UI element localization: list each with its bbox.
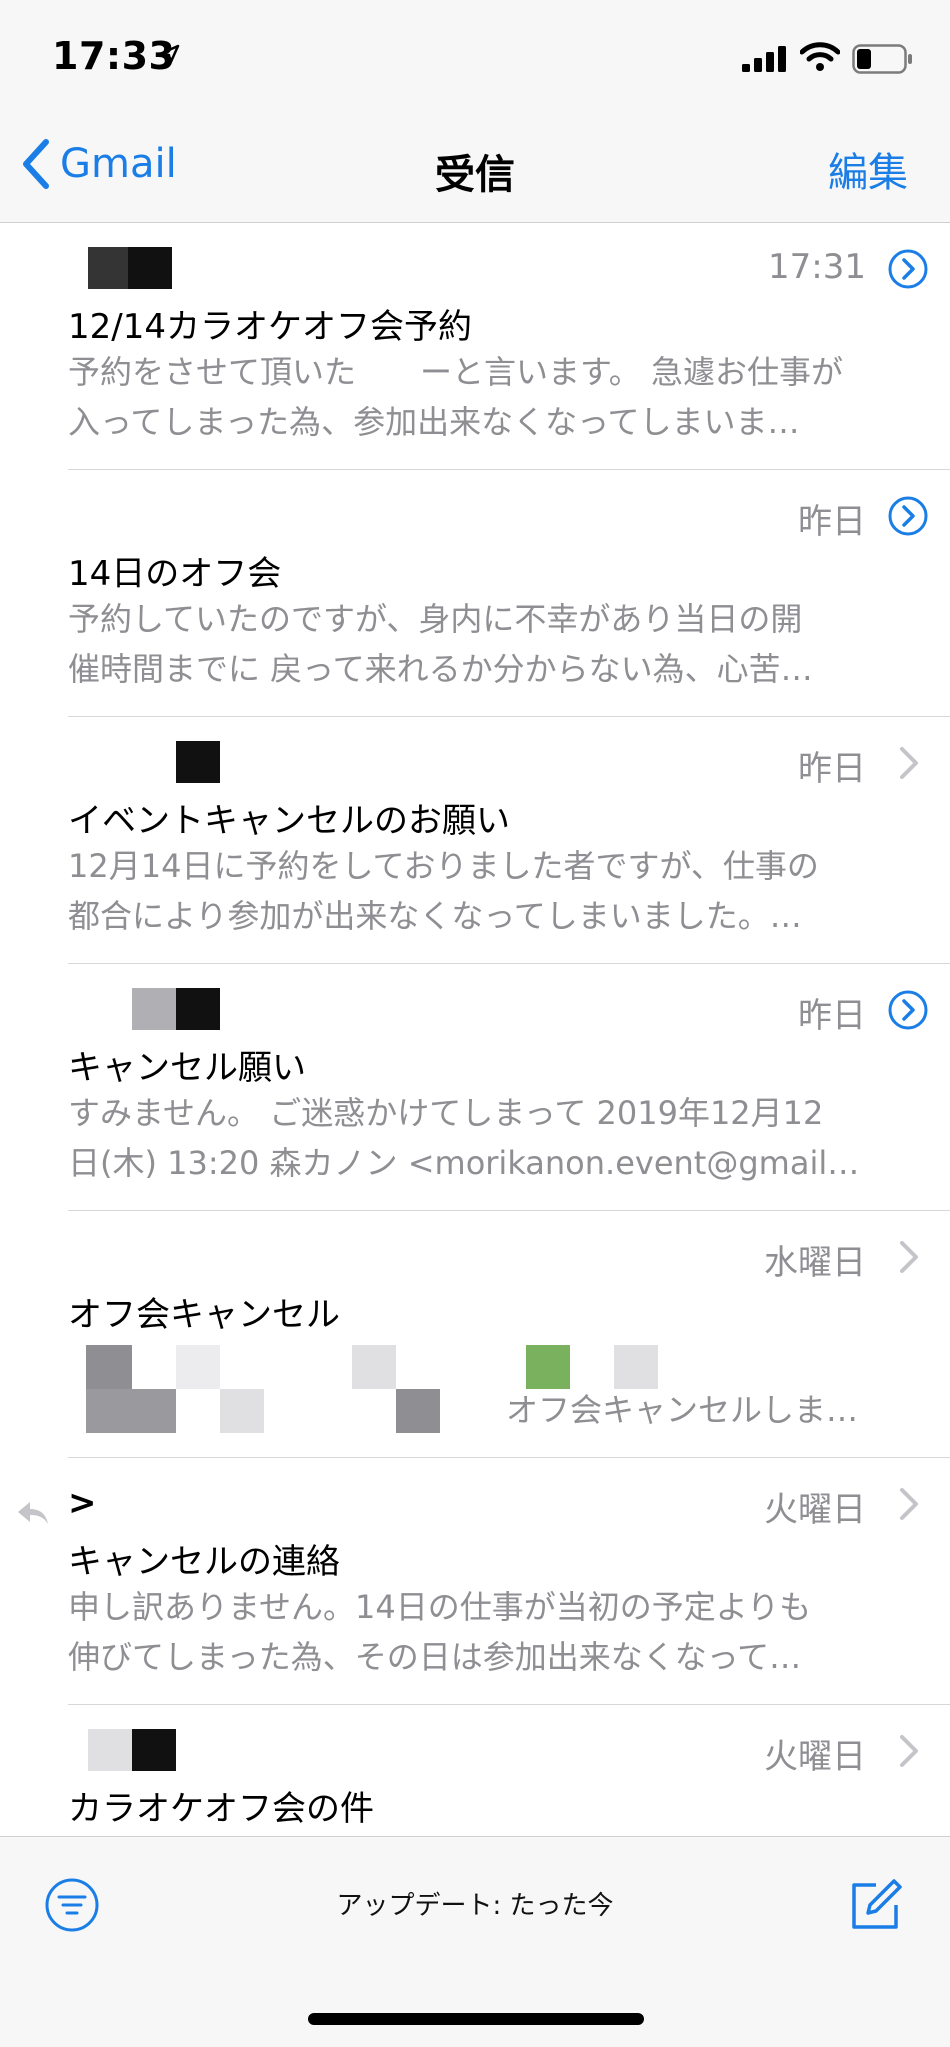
status-bar: 17:33 (0, 0, 950, 110)
message-preview: すみません。 ご迷惑かけてしまって 2019年12月12 日(木) 13:20 … (68, 1094, 860, 1182)
message-preview: オフ会キャンセルしま… (506, 1391, 859, 1429)
location-arrow-icon (158, 44, 180, 66)
message-subject: カラオケオフ会の件 (68, 1789, 374, 1829)
chevron-right-icon[interactable] (886, 741, 930, 785)
mail-row[interactable]: 昨日 イベントキャンセルのお願い 12月14日に予約をしておりました者ですが、仕… (0, 717, 950, 964)
page-title: 受信 (435, 152, 515, 198)
message-subject: イベントキャンセルのお願い (68, 801, 510, 841)
mail-row[interactable]: 火曜日 カラオケオフ会の件 (0, 1705, 950, 1835)
mail-list: 17:31 12/14カラオケオフ会予約 予約をさせて頂いた ーと言います。 急… (0, 223, 950, 1835)
message-time: 火曜日 (764, 1737, 866, 1777)
message-time: 昨日 (798, 749, 866, 789)
message-time: 水曜日 (764, 1243, 866, 1283)
bottom-toolbar: アップデート: たった今 (0, 1836, 950, 2047)
mail-row[interactable]: 昨日 14日のオフ会 予約していたのですが、身内に不幸があり当日の開 催時間まで… (0, 470, 950, 717)
home-indicator (308, 2013, 644, 2025)
compose-icon[interactable] (846, 1875, 906, 1935)
sender (68, 986, 220, 1032)
redacted-preview (86, 1345, 506, 1445)
message-subject: キャンセルの連絡 (68, 1542, 340, 1582)
message-preview: 予約していたのですが、身内に不幸があり当日の開 催時間までに 戻って来れるか分か… (68, 600, 813, 688)
mail-row[interactable]: > 火曜日 キャンセルの連絡 申し訳ありません。14日の仕事が当初の予定よりも … (0, 1458, 950, 1705)
chevron-circle-icon[interactable] (886, 494, 930, 538)
wifi-icon (800, 42, 840, 71)
message-subject: 14日のオフ会 (68, 554, 282, 594)
message-preview: 予約をさせて頂いた ーと言います。 急遽お仕事が 入ってしまった為、参加出来なく… (68, 353, 843, 441)
edit-button[interactable]: 編集 (828, 140, 908, 198)
mail-row[interactable]: 昨日 キャンセル願い すみません。 ご迷惑かけてしまって 2019年12月12 … (0, 964, 950, 1211)
status-time: 17:33 (52, 34, 176, 78)
chevron-circle-icon[interactable] (886, 247, 930, 291)
message-time: 火曜日 (764, 1490, 866, 1530)
sender (68, 1727, 176, 1773)
chevron-right-icon[interactable] (886, 1729, 930, 1773)
redacted-block (526, 1345, 570, 1389)
update-status: アップデート: たった今 (336, 1891, 614, 1921)
message-time: 17:31 (768, 247, 866, 287)
message-time: 昨日 (798, 996, 866, 1036)
chevron-circle-icon[interactable] (886, 988, 930, 1032)
chevron-right-icon[interactable] (886, 1482, 930, 1526)
sender: > (68, 1483, 97, 1523)
message-preview: 12月14日に予約をしておりました者ですが、仕事の 都合により参加が出来なくなっ… (68, 847, 819, 935)
mail-row[interactable]: 水曜日 オフ会キャンセル オフ会キャンセルしま… (0, 1211, 950, 1458)
navigation-bar: Gmail 受信 編集 (0, 110, 950, 223)
message-subject: キャンセル願い (68, 1048, 306, 1088)
reply-icon (18, 1502, 48, 1524)
message-time: 昨日 (798, 502, 866, 542)
message-preview: 申し訳ありません。14日の仕事が当初の予定よりも 伸びてしまった為、その日は参加… (68, 1588, 812, 1676)
battery-icon (852, 44, 912, 74)
redacted-block (614, 1345, 658, 1389)
sender (68, 245, 172, 291)
message-subject: オフ会キャンセル (68, 1295, 340, 1335)
sender (68, 739, 220, 785)
message-subject: 12/14カラオケオフ会予約 (68, 307, 472, 347)
chevron-right-icon[interactable] (886, 1235, 930, 1279)
signal-icon (742, 46, 786, 72)
mail-row[interactable]: 17:31 12/14カラオケオフ会予約 予約をさせて頂いた ーと言います。 急… (0, 223, 950, 470)
